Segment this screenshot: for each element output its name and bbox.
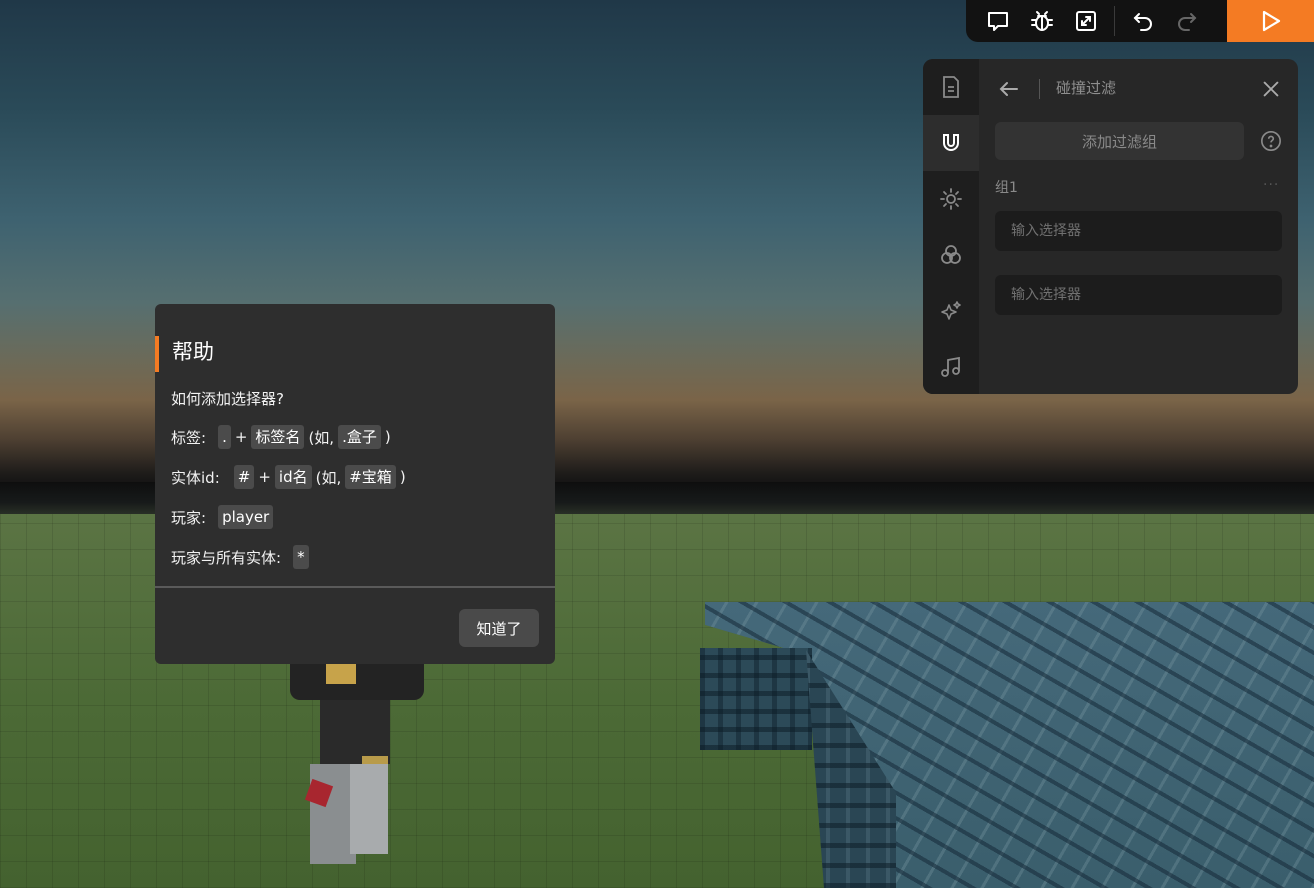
redo-icon[interactable] bbox=[1165, 0, 1209, 42]
header-divider bbox=[1039, 79, 1040, 99]
group-more-button[interactable]: ··· bbox=[1263, 177, 1279, 193]
code-chip: player bbox=[218, 505, 274, 529]
plus-sign: + bbox=[234, 428, 248, 446]
code-chip: id名 bbox=[274, 465, 312, 489]
magnet-icon[interactable] bbox=[923, 115, 979, 171]
circles-icon[interactable] bbox=[923, 227, 979, 283]
character-belt bbox=[362, 756, 388, 764]
row-label: 实体id: bbox=[171, 468, 220, 487]
character-head bbox=[290, 660, 424, 700]
code-chip: .盒子 bbox=[338, 425, 381, 449]
selector-input-1[interactable] bbox=[995, 211, 1282, 251]
play-button[interactable] bbox=[1227, 0, 1314, 42]
character-body bbox=[320, 700, 390, 764]
example-suffix: ) bbox=[384, 428, 391, 446]
help-row-player: 玩家: player bbox=[171, 504, 274, 530]
comment-icon[interactable] bbox=[976, 0, 1020, 42]
character-face bbox=[326, 664, 356, 684]
help-icon[interactable] bbox=[1260, 130, 1282, 152]
resize-icon[interactable] bbox=[1064, 0, 1108, 42]
selector-input-2[interactable] bbox=[995, 275, 1282, 315]
help-row-all: 玩家与所有实体: * bbox=[171, 544, 309, 570]
close-icon[interactable] bbox=[1260, 78, 1282, 100]
code-chip: . bbox=[218, 425, 231, 449]
play-icon bbox=[1262, 10, 1280, 32]
dialog-divider bbox=[155, 586, 555, 588]
title-accent-bar bbox=[155, 336, 159, 372]
example-prefix: (如, bbox=[308, 428, 335, 447]
row-label: 玩家: bbox=[171, 508, 207, 527]
top-toolbar bbox=[966, 0, 1314, 42]
back-arrow-icon[interactable] bbox=[997, 77, 1021, 101]
help-question: 如何添加选择器? bbox=[171, 390, 284, 408]
toolbar-divider bbox=[1114, 6, 1115, 36]
help-row-entity: 实体id: # + id名 (如, #宝箱 ) bbox=[171, 464, 406, 490]
group-label: 组1 bbox=[995, 180, 1018, 196]
plus-sign: + bbox=[258, 468, 271, 486]
row-label: 玩家与所有实体: bbox=[171, 548, 282, 567]
add-filter-group-button[interactable]: 添加过滤组 bbox=[995, 122, 1244, 160]
collision-filter-panel: 碰撞过滤 添加过滤组 组1 ··· bbox=[923, 59, 1298, 394]
panel-title: 碰撞过滤 bbox=[1056, 79, 1117, 97]
got-it-button[interactable]: 知道了 bbox=[459, 609, 539, 647]
example-suffix: ) bbox=[399, 468, 406, 486]
sun-icon[interactable] bbox=[923, 171, 979, 227]
music-icon[interactable] bbox=[923, 339, 979, 394]
code-chip: # bbox=[233, 465, 255, 489]
document-icon[interactable] bbox=[923, 59, 979, 115]
code-chip: * bbox=[293, 545, 309, 569]
example-prefix: (如, bbox=[315, 468, 342, 487]
bug-icon[interactable] bbox=[1020, 0, 1064, 42]
platform-block-side bbox=[700, 648, 812, 750]
undo-icon[interactable] bbox=[1121, 0, 1165, 42]
panel-header: 碰撞过滤 bbox=[979, 59, 1298, 117]
character-leg bbox=[350, 764, 388, 854]
panel-sidebar bbox=[923, 59, 979, 394]
help-dialog: 帮助 如何添加选择器? 标签: . + 标签名 (如, .盒子 ) 实体id: … bbox=[155, 304, 555, 664]
sparkle-icon[interactable] bbox=[923, 283, 979, 339]
code-chip: #宝箱 bbox=[345, 465, 396, 489]
help-row-tag: 标签: . + 标签名 (如, .盒子 ) bbox=[171, 424, 391, 450]
dialog-title: 帮助 bbox=[172, 340, 214, 364]
player-character bbox=[290, 660, 430, 872]
row-label: 标签: bbox=[171, 428, 207, 447]
code-chip: 标签名 bbox=[251, 425, 305, 449]
